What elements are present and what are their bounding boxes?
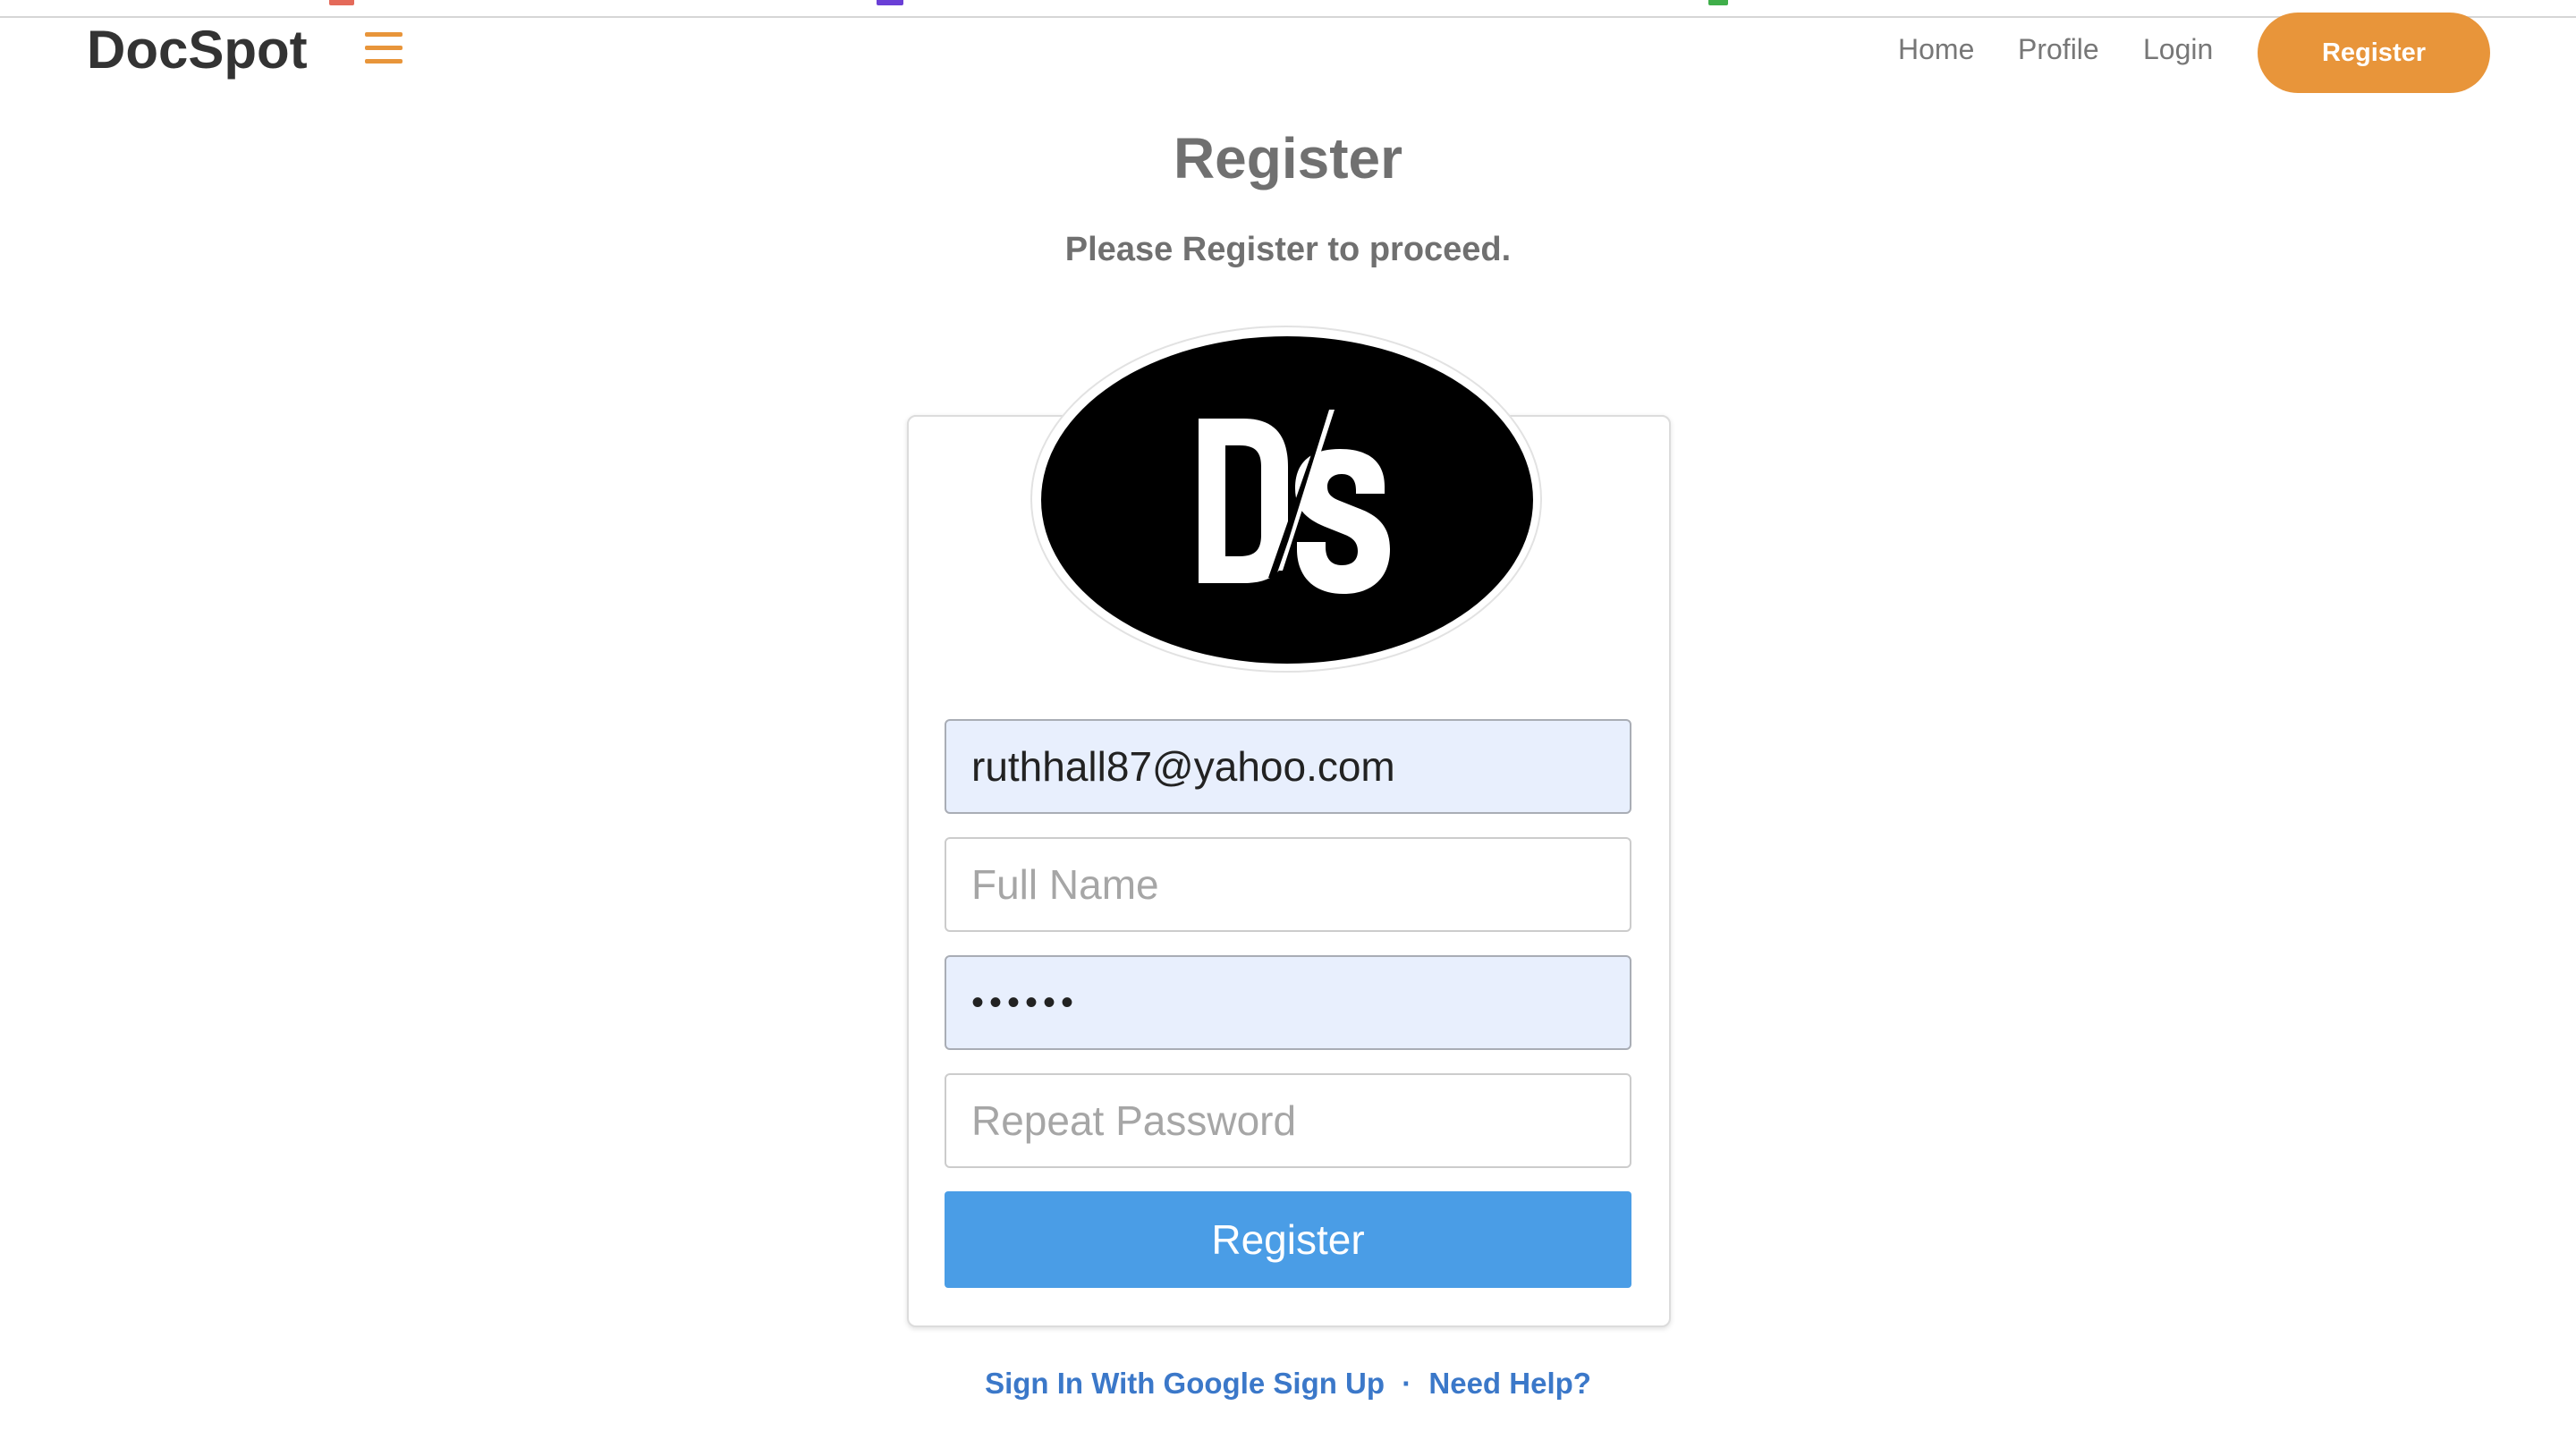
password-field[interactable] xyxy=(945,955,1631,1050)
repeat-password-field[interactable] xyxy=(945,1073,1631,1168)
docspot-logo xyxy=(1041,336,1533,664)
need-help-link[interactable]: Need Help? xyxy=(1428,1367,1591,1400)
bookmark-favicon xyxy=(1708,0,1728,5)
bookmark-favicon xyxy=(877,0,903,5)
page-subtitle: Please Register to proceed. xyxy=(1064,231,1512,268)
page-title: Register xyxy=(1173,126,1403,191)
nav-profile-link[interactable]: Profile xyxy=(2018,27,2099,72)
footer-links: Sign In With Google Sign Up · Need Help? xyxy=(0,1367,2576,1401)
register-submit-button[interactable]: Register xyxy=(945,1191,1631,1288)
nav-register-button[interactable]: Register xyxy=(2258,13,2490,93)
google-signin-link[interactable]: Sign In With Google Sign Up xyxy=(985,1367,1385,1400)
full-name-field[interactable] xyxy=(945,837,1631,932)
email-field[interactable] xyxy=(945,719,1631,814)
browser-frame-divider xyxy=(0,16,2576,18)
nav-login-link[interactable]: Login xyxy=(2143,27,2213,72)
hamburger-menu-icon[interactable] xyxy=(365,32,402,64)
brand-logo-text[interactable]: DocSpot xyxy=(87,16,308,84)
link-separator: · xyxy=(1402,1367,1412,1400)
nav-home-link[interactable]: Home xyxy=(1898,27,1974,72)
bookmark-favicon xyxy=(329,0,354,5)
